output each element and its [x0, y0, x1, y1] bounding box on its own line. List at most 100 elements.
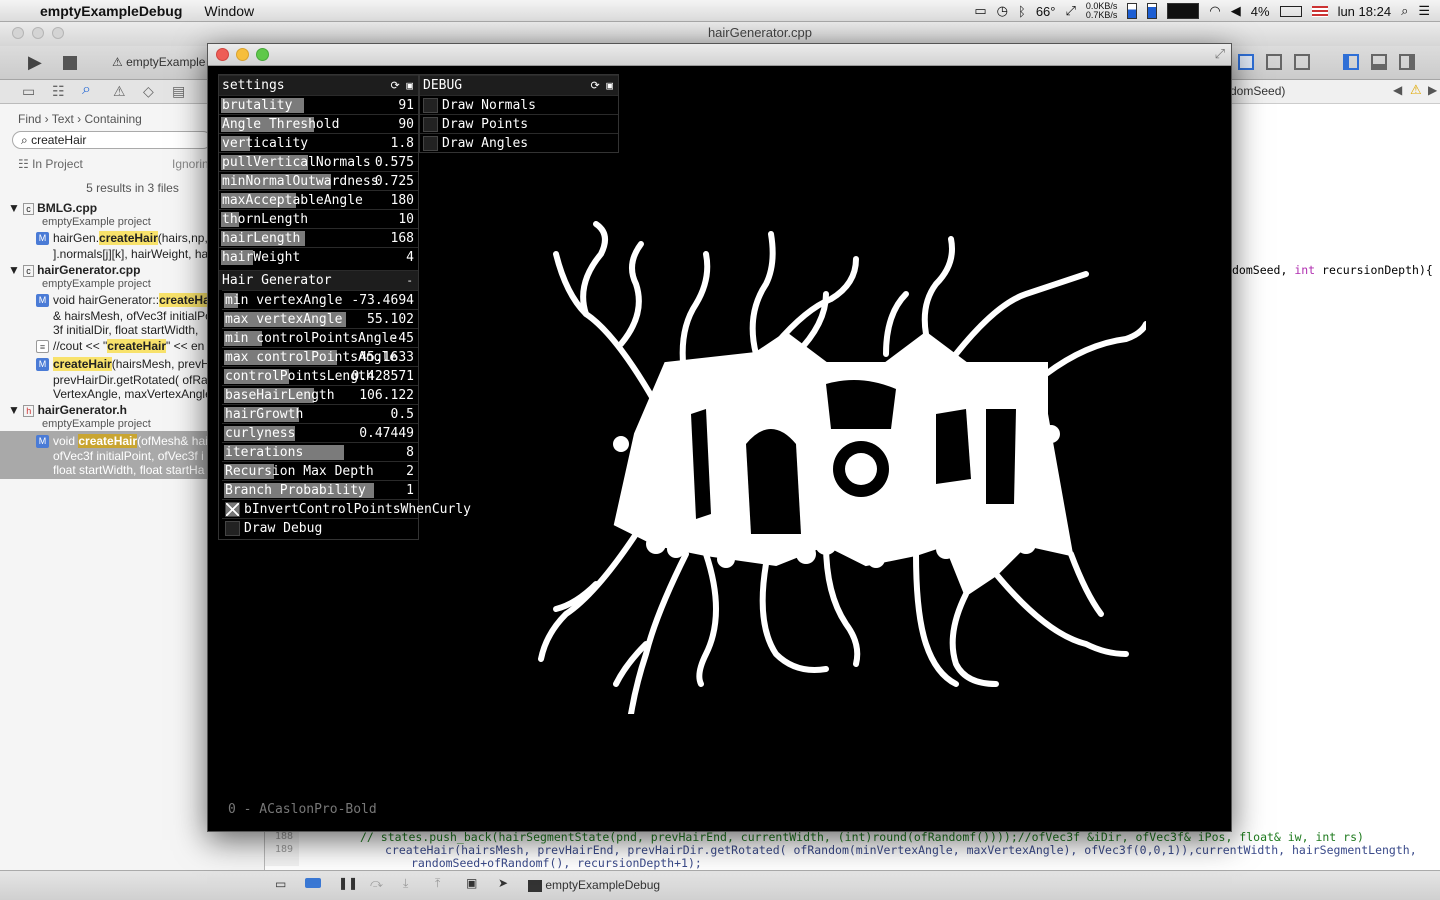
- spotlight-search-icon[interactable]: ⌕: [1401, 3, 1408, 19]
- navigator-toggle-icon[interactable]: [1343, 54, 1359, 70]
- settings-header[interactable]: settings ⟳ ▣: [219, 75, 418, 95]
- slider-value: 168: [390, 231, 414, 246]
- debug-area-toggle-icon[interactable]: [1371, 54, 1387, 70]
- slider-min-vertexangle[interactable]: min vertexAngle -73.4694: [222, 290, 418, 309]
- search-input[interactable]: ⌕ createHair: [12, 131, 212, 149]
- toggle-draw-points[interactable]: Draw Points: [420, 114, 618, 133]
- close-window-icon[interactable]: [12, 27, 24, 39]
- slider-hairweight[interactable]: hairWeight 4: [219, 247, 418, 266]
- slider-recursion-max-depth[interactable]: Recursion Max Depth 2: [222, 461, 418, 480]
- wifi-icon[interactable]: ◠: [1209, 3, 1220, 19]
- close-icon[interactable]: [216, 48, 229, 61]
- slider-controlpointslength[interactable]: controlPointsLength 0.428571: [222, 366, 418, 385]
- location-icon[interactable]: ➤: [498, 876, 508, 890]
- volume-icon[interactable]: ◀: [1231, 3, 1241, 19]
- slider-branch-probability[interactable]: Branch Probability 1: [222, 480, 418, 499]
- checkbox-checked-icon[interactable]: [225, 502, 240, 517]
- slider-brutality[interactable]: brutality 91: [219, 95, 418, 114]
- menu-extras: ▭ ◷ ᛒ 66° ⤢ 0.0KB/s 0.7KB/s ◠ ◀ 4% lun 18…: [974, 0, 1430, 22]
- menu-app-name[interactable]: emptyExampleDebug: [40, 3, 182, 19]
- save-load-icon[interactable]: ⟳ ▣: [391, 76, 413, 96]
- issue-navigator-icon[interactable]: ⚠: [113, 83, 126, 100]
- flag-icon[interactable]: [1311, 5, 1328, 17]
- utilities-toggle-icon[interactable]: [1399, 54, 1415, 70]
- airplay-icon[interactable]: ▭: [974, 3, 986, 19]
- standard-editor-icon[interactable]: [1238, 54, 1254, 70]
- bluetooth-icon[interactable]: ᛒ: [1018, 4, 1026, 19]
- assistant-editor-icon[interactable]: [1266, 54, 1282, 70]
- temperature-readout[interactable]: 66°: [1036, 4, 1056, 19]
- app-icon: [528, 879, 542, 892]
- collapse-icon[interactable]: -: [406, 271, 413, 291]
- stop-icon[interactable]: [63, 56, 77, 70]
- previous-issue-icon[interactable]: ◀: [1393, 83, 1402, 97]
- slider-label: Recursion Max Depth: [225, 464, 374, 479]
- font-status: 0 - ACaslonPro-Bold: [228, 802, 377, 817]
- battery-percent[interactable]: 4%: [1251, 4, 1270, 19]
- warning-icon[interactable]: ⚠: [1410, 82, 1422, 98]
- zoom-window-icon[interactable]: [52, 27, 64, 39]
- window-title: hairGenerator.cpp: [707, 25, 813, 40]
- slider-angle-threshold[interactable]: Angle Threshold 90: [219, 114, 418, 133]
- fullscreen-icon[interactable]: ⤢: [1215, 46, 1225, 62]
- slider-curlyness[interactable]: curlyness 0.47449: [222, 423, 418, 442]
- symbol-navigator-icon[interactable]: ☷: [52, 83, 65, 100]
- checkbox-icon[interactable]: [423, 117, 438, 132]
- slider-verticality[interactable]: verticality 1.8: [219, 133, 418, 152]
- pause-icon[interactable]: ❚❚: [338, 876, 358, 890]
- app-window: ⤢ settings ⟳ ▣ brutality 91 Angle Threshold…: [207, 43, 1232, 832]
- checkbox-icon[interactable]: [225, 521, 240, 536]
- clock[interactable]: lun 18:24: [1338, 4, 1392, 19]
- slider-iterations[interactable]: iterations 8: [222, 442, 418, 461]
- breakpoints-toggle-icon[interactable]: [305, 878, 321, 888]
- test-navigator-icon[interactable]: ◇: [143, 83, 154, 100]
- view-debugger-icon[interactable]: ▣: [466, 876, 477, 890]
- slider-max-controlpointsangle[interactable]: max controlPointsAngle 45.1633: [222, 347, 418, 366]
- version-editor-icon[interactable]: [1294, 54, 1310, 70]
- slider-thornlength[interactable]: thornLength 10: [219, 209, 418, 228]
- slider-maxacceptableangle[interactable]: maxAcceptableAngle 180: [219, 190, 418, 209]
- step-over-icon[interactable]: ⤼: [370, 876, 383, 891]
- slider-max-vertexangle[interactable]: max vertexAngle 55.102: [222, 309, 418, 328]
- notification-center-icon[interactable]: ☰: [1418, 3, 1430, 19]
- find-mode[interactable]: Find: [18, 112, 41, 126]
- hair-generator-header[interactable]: Hair Generator -: [219, 270, 418, 290]
- scheme-selector[interactable]: ⚠ emptyExample: [112, 55, 205, 69]
- toggle-draw-angles[interactable]: Draw Angles: [420, 133, 618, 152]
- step-in-icon[interactable]: ⤓: [403, 876, 408, 891]
- method-icon: M: [36, 435, 49, 449]
- run-icon[interactable]: ▶: [28, 52, 42, 73]
- toggle-draw-debug[interactable]: Draw Debug: [222, 518, 418, 537]
- debug-header[interactable]: DEBUG ⟳ ▣: [420, 75, 618, 95]
- slider-hairgrowth[interactable]: hairGrowth 0.5: [222, 404, 418, 423]
- toggle-draw-normals[interactable]: Draw Normals: [420, 95, 618, 114]
- time-machine-icon[interactable]: ◷: [997, 3, 1008, 19]
- project-navigator-icon[interactable]: ▭: [22, 83, 35, 100]
- slider-value: 106.122: [359, 388, 414, 403]
- menu-bar: emptyExampleDebug Window ▭ ◷ ᛒ 66° ⤢ 0.0…: [0, 0, 1440, 22]
- jump-bar-symbol[interactable]: domSeed): [1230, 84, 1285, 98]
- toggle-binvertcontrolpointswhencurly[interactable]: bInvertControlPointsWhenCurly: [222, 499, 471, 518]
- find-type[interactable]: Text: [52, 112, 74, 126]
- hide-debug-area-icon[interactable]: ▭: [275, 877, 286, 891]
- slider-basehairlength[interactable]: baseHairLength 106.122: [222, 385, 418, 404]
- network-monitor[interactable]: 0.0KB/s 0.7KB/s: [1086, 2, 1118, 20]
- maximize-icon[interactable]: [256, 48, 269, 61]
- slider-minnormaloutwardness[interactable]: minNormalOutwardness 0.725: [219, 171, 418, 190]
- debug-navigator-icon[interactable]: ▤: [172, 83, 185, 100]
- slider-label: curlyness: [225, 426, 296, 441]
- slider-hairlength[interactable]: hairLength 168: [219, 228, 418, 247]
- minimize-window-icon[interactable]: [32, 27, 44, 39]
- slider-pullverticalnormals[interactable]: pullVerticalNormals 0.575: [219, 152, 418, 171]
- minimize-icon[interactable]: [236, 48, 249, 61]
- find-match[interactable]: Containing: [84, 112, 141, 126]
- step-out-icon[interactable]: ⤒: [435, 876, 440, 891]
- checkbox-icon[interactable]: [423, 98, 438, 113]
- menu-window[interactable]: Window: [204, 3, 254, 19]
- find-navigator-icon[interactable]: ⌕: [82, 81, 91, 99]
- save-load-icon[interactable]: ⟳ ▣: [591, 76, 613, 96]
- next-issue-icon[interactable]: ▶: [1428, 83, 1437, 97]
- debug-target[interactable]: emptyExampleDebug: [528, 878, 660, 892]
- checkbox-icon[interactable]: [423, 136, 438, 151]
- slider-min-controlpointsangle[interactable]: min controlPointsAngle -45: [222, 328, 418, 347]
